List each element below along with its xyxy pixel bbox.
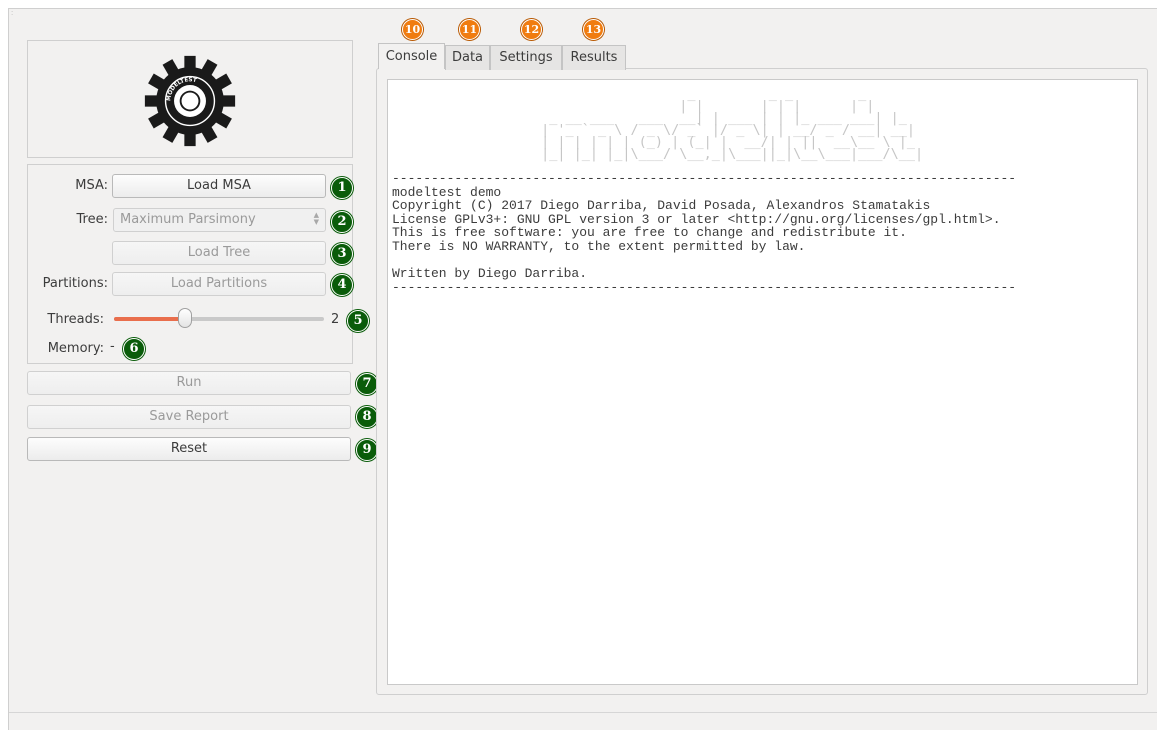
badge-10: 10 <box>402 19 423 40</box>
load-tree-button[interactable]: Load Tree <box>112 241 326 265</box>
load-partitions-button[interactable]: Load Partitions <box>112 272 326 296</box>
console-output[interactable] <box>387 79 1138 685</box>
modeltest-logo: MODELTEST <box>144 55 236 147</box>
memory-label: Memory: <box>47 341 104 356</box>
badge-2: 2 <box>331 211 353 233</box>
logo-panel: MODELTEST <box>27 40 353 158</box>
badge-6: 6 <box>123 338 145 360</box>
badge-8: 8 <box>356 406 378 428</box>
tree-select-value: Maximum Parsimony <box>120 212 256 227</box>
window-grip-icon: · · <box>11 8 14 19</box>
run-button[interactable]: Run <box>27 371 351 395</box>
badge-1: 1 <box>331 177 353 199</box>
tab-console[interactable]: Console <box>378 43 445 69</box>
load-msa-button[interactable]: Load MSA <box>112 174 326 198</box>
badge-11: 11 <box>459 19 480 40</box>
tab-results[interactable]: Results <box>562 45 626 70</box>
threads-slider-handle[interactable] <box>178 308 192 328</box>
msa-label: MSA: <box>75 178 108 193</box>
status-bar <box>9 712 1157 730</box>
threads-label: Threads: <box>47 312 104 327</box>
reset-button[interactable]: Reset <box>27 437 351 461</box>
badge-7: 7 <box>356 373 378 395</box>
badge-4: 4 <box>331 274 353 296</box>
badge-13: 13 <box>583 19 604 40</box>
threads-value: 2 <box>331 312 340 327</box>
badge-5: 5 <box>347 310 369 332</box>
partitions-label: Partitions: <box>42 276 108 291</box>
save-report-button[interactable]: Save Report <box>27 405 351 429</box>
badge-12: 12 <box>521 19 542 40</box>
tab-settings[interactable]: Settings <box>490 45 562 70</box>
select-arrows-icon: ▲ ▼ <box>313 211 319 226</box>
badge-9: 9 <box>356 439 378 461</box>
threads-slider[interactable] <box>114 317 324 321</box>
threads-slider-fill <box>114 317 185 321</box>
memory-value: - <box>110 339 115 354</box>
tree-label: Tree: <box>76 212 108 227</box>
tab-data[interactable]: Data <box>445 45 490 70</box>
badge-3: 3 <box>331 243 353 265</box>
console-ascii-banner: _ _ _ _ | | | | | | | _ __ ___ ___ __| |… <box>541 86 924 162</box>
tree-select[interactable]: Maximum Parsimony ▲ ▼ <box>113 208 326 232</box>
console-text: ----------------------------------------… <box>392 171 1017 295</box>
